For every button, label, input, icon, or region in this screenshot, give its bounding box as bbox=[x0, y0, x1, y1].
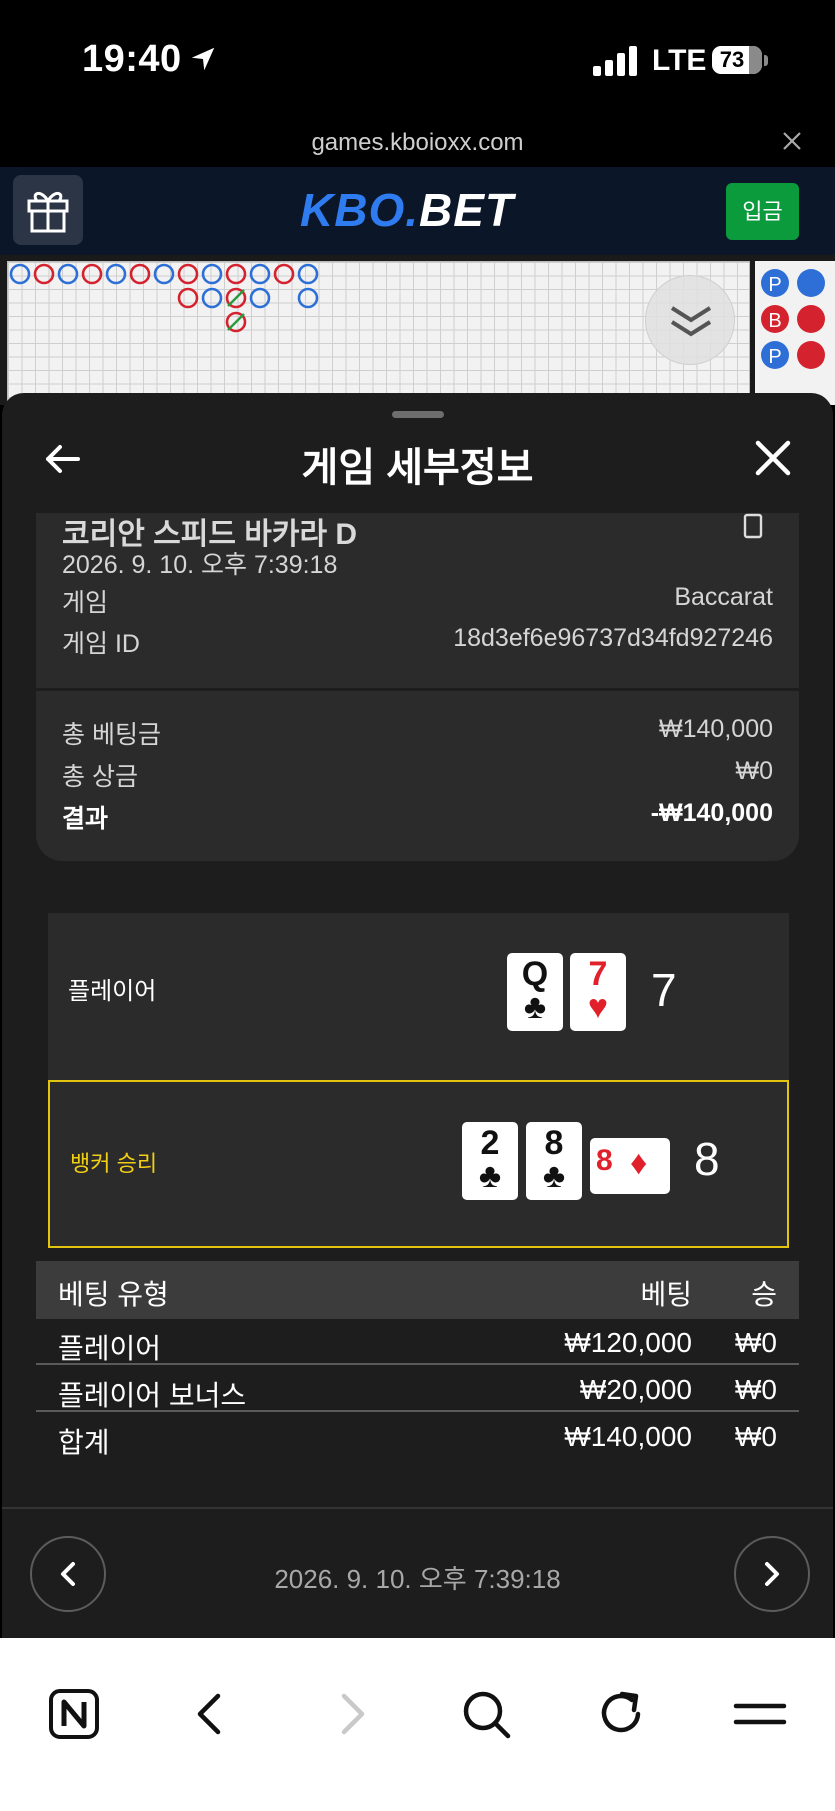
game-summary: 코리안 스피드 바카라 D 2026. 9. 10. 오후 7:39:18 게임… bbox=[36, 513, 799, 688]
header-bet: 베팅 bbox=[640, 1279, 692, 1310]
site-logo[interactable]: KBO.BET bbox=[300, 183, 514, 237]
sheet-title: 게임 세부정보 bbox=[301, 446, 534, 490]
battery-icon: 73 bbox=[712, 46, 762, 74]
table-row: 플레이어 보너스 ₩20,000 ₩0 bbox=[36, 1366, 799, 1412]
back-icon[interactable] bbox=[184, 1686, 240, 1742]
search-icon[interactable] bbox=[458, 1686, 514, 1742]
table-row-total: 합계 ₩140,000 ₩0 bbox=[58, 1421, 777, 1458]
game-type-label: 게임 bbox=[62, 589, 109, 617]
browser-toolbar bbox=[0, 1638, 835, 1811]
game-type-value: Baccarat bbox=[674, 583, 773, 611]
player-score: 7 bbox=[651, 964, 677, 1016]
url-text[interactable]: games.kboioxx.com bbox=[0, 129, 835, 157]
refresh-icon[interactable] bbox=[594, 1686, 650, 1742]
deposit-button[interactable]: 입금 bbox=[726, 183, 799, 240]
banker-hand-label: 뱅커 승리 bbox=[70, 1151, 158, 1176]
divider bbox=[2, 1507, 833, 1509]
game-detail-sheet: 게임 세부정보 코리안 스피드 바카라 D 2026. 9. 10. 오후 7:… bbox=[2, 393, 833, 1638]
playing-card: 2 ♣ bbox=[462, 1122, 518, 1200]
road-side-marks: P B P bbox=[761, 269, 825, 369]
bet-summary: 총 베팅금 ₩140,000 총 상금 ₩0 결과 -₩140,000 bbox=[36, 691, 799, 861]
table-row: 플레이어 ₩120,000 ₩0 bbox=[36, 1319, 799, 1365]
close-icon[interactable] bbox=[754, 439, 792, 477]
network-type: LTE bbox=[652, 44, 707, 77]
result-label: 결과 bbox=[62, 805, 109, 833]
nav-datetime: 2026. 9. 10. 오후 7:39:18 bbox=[274, 1564, 561, 1594]
player-hand-label: 플레이어 bbox=[68, 978, 157, 1005]
game-id-value: 18d3ef6e96737d34fd927246 bbox=[453, 624, 773, 652]
status-bar: 19:40 LTE 73 bbox=[0, 0, 835, 125]
bead-road-scoreboard: P B P bbox=[0, 255, 835, 405]
battery-tip bbox=[764, 55, 768, 66]
playing-card-sideways: 8 ♦ bbox=[590, 1138, 670, 1194]
chevron-double-down-icon bbox=[670, 306, 712, 337]
total-bet-row: 총 베팅금 ₩140,000 bbox=[62, 715, 773, 751]
banker-hand: 뱅커 승리 2 ♣ 8 ♣ 8 ♦ 8 bbox=[48, 1080, 789, 1248]
svg-text:B: B bbox=[768, 310, 781, 332]
signal-bars-icon bbox=[593, 46, 637, 76]
game-type-row: 게임 Baccarat bbox=[62, 583, 773, 619]
status-time: 19:40 bbox=[82, 38, 182, 80]
svg-text:P: P bbox=[768, 274, 781, 296]
copy-icon[interactable] bbox=[740, 513, 766, 541]
location-arrow-icon bbox=[191, 47, 215, 71]
result-row: 결과 -₩140,000 bbox=[62, 799, 773, 835]
game-datetime: 2026. 9. 10. 오후 7:39:18 bbox=[62, 551, 338, 579]
site-header: KBO.BET 입금 bbox=[0, 167, 835, 255]
total-bet-label: 총 베팅금 bbox=[62, 721, 161, 749]
collapse-button[interactable] bbox=[645, 275, 735, 365]
close-icon[interactable] bbox=[780, 129, 804, 153]
banker-score: 8 bbox=[694, 1133, 720, 1185]
menu-icon[interactable] bbox=[732, 1686, 788, 1742]
forward-icon[interactable] bbox=[322, 1686, 378, 1742]
gift-icon bbox=[27, 192, 69, 233]
road-side-panel: P B P bbox=[755, 261, 835, 405]
next-game-button[interactable] bbox=[734, 1536, 810, 1612]
playing-card: 8 ♣ bbox=[526, 1122, 582, 1200]
sheet-drag-handle[interactable] bbox=[392, 411, 444, 418]
game-id-row: 게임 ID 18d3ef6e96737d34fd927246 bbox=[62, 624, 773, 660]
url-bar[interactable]: games.kboioxx.com bbox=[0, 125, 835, 167]
header-bet-type: 베팅 유형 bbox=[58, 1279, 169, 1310]
header-win: 승 bbox=[751, 1279, 777, 1310]
player-hand: 플레이어 Q ♣ 7 ♥ 7 bbox=[48, 913, 789, 1081]
battery-level: 73 bbox=[719, 47, 745, 72]
road-marks bbox=[9, 263, 319, 333]
total-bet-value: ₩140,000 bbox=[659, 715, 773, 743]
total-win-row: 총 상금 ₩0 bbox=[62, 757, 773, 793]
gift-button[interactable] bbox=[13, 175, 83, 245]
svg-text:P: P bbox=[768, 346, 781, 368]
total-win-value: ₩0 bbox=[735, 757, 774, 785]
playing-card: 7 ♥ bbox=[570, 953, 626, 1031]
game-id-label: 게임 ID bbox=[62, 630, 140, 658]
road-grid bbox=[7, 261, 750, 405]
playing-card: Q ♣ bbox=[507, 953, 563, 1031]
chevron-right-icon bbox=[765, 1562, 779, 1586]
naver-home-icon[interactable] bbox=[46, 1686, 102, 1742]
bet-table-header: 베팅 유형 베팅 승 bbox=[36, 1261, 799, 1319]
result-value: -₩140,000 bbox=[650, 799, 773, 827]
total-win-label: 총 상금 bbox=[62, 763, 138, 791]
